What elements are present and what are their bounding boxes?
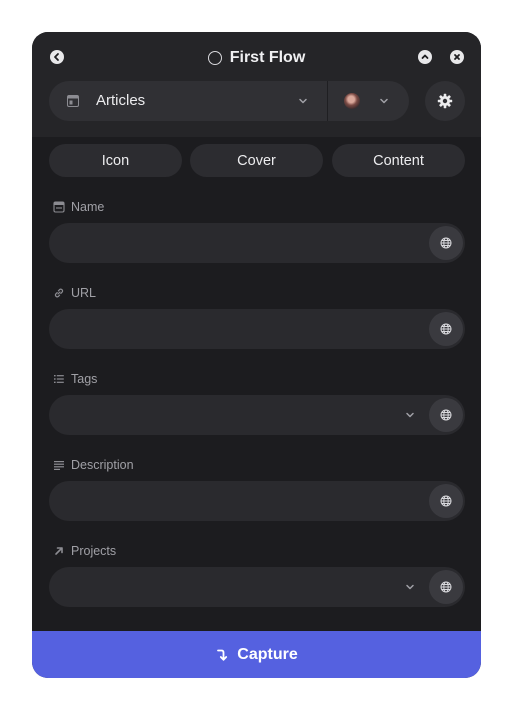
globe-icon (440, 495, 452, 507)
gear-icon (437, 93, 453, 109)
chevron-down-icon (406, 584, 414, 590)
name-field[interactable] (49, 223, 465, 263)
chevron-down-icon (299, 98, 307, 104)
projects-select[interactable] (49, 567, 465, 607)
title-text: First Flow (229, 49, 306, 66)
url-field-label: URL (53, 286, 96, 300)
tab-content[interactable]: Content (332, 144, 465, 177)
list-icon (54, 375, 64, 383)
projects-globe-button[interactable] (429, 570, 463, 604)
close-icon (454, 54, 460, 60)
capture-button[interactable]: Capture (32, 631, 481, 678)
status-circle-icon (207, 51, 222, 65)
avatar (344, 93, 360, 109)
projects-field-label: Projects (53, 544, 116, 558)
close-button[interactable] (450, 50, 464, 64)
database-dropdown[interactable]: Articles (49, 81, 327, 121)
tab-bar: Icon Cover Content (49, 144, 465, 177)
description-label-text: Description (71, 458, 134, 472)
globe-icon (440, 409, 452, 421)
url-globe-button[interactable] (429, 312, 463, 346)
tags-field-label: Tags (53, 372, 97, 386)
name-field-label: Name (53, 200, 104, 214)
chevron-down-icon (380, 98, 388, 104)
capture-window: First Flow Articles Icon Cover Content N… (32, 32, 481, 678)
relation-arrow-icon (55, 547, 63, 555)
chevron-up-icon (421, 54, 429, 59)
tags-globe-button[interactable] (429, 398, 463, 432)
tab-icon[interactable]: Icon (49, 144, 182, 177)
url-field[interactable] (49, 309, 465, 349)
description-field-label: Description (53, 458, 134, 472)
name-globe-button[interactable] (429, 226, 463, 260)
tags-dropdown-toggle[interactable] (404, 409, 416, 421)
tags-label-text: Tags (71, 372, 98, 386)
globe-icon (440, 237, 452, 249)
database-table-icon (67, 95, 79, 107)
collapse-button[interactable] (418, 50, 432, 64)
database-selector: Articles (49, 81, 409, 121)
arrow-down-curved-icon (217, 649, 228, 661)
projects-label-text: Projects (71, 544, 117, 558)
account-dropdown[interactable] (328, 81, 409, 121)
tags-select[interactable] (49, 395, 465, 435)
link-icon (54, 288, 64, 298)
description-field[interactable] (49, 481, 465, 521)
globe-icon (440, 323, 452, 335)
globe-icon (440, 581, 452, 593)
projects-dropdown-toggle[interactable] (404, 581, 416, 593)
capture-label: Capture (237, 645, 298, 663)
chevron-down-icon (406, 412, 414, 418)
tab-cover[interactable]: Cover (190, 144, 323, 177)
header: First Flow Articles (32, 32, 481, 137)
database-label: Articles (96, 92, 146, 109)
description-globe-button[interactable] (429, 484, 463, 518)
window-title: First Flow (32, 47, 481, 69)
name-label-text: Name (71, 200, 105, 214)
text-lines-icon (54, 461, 64, 470)
url-label-text: URL (71, 286, 97, 300)
settings-button[interactable] (425, 81, 465, 121)
title-field-icon (53, 201, 65, 213)
